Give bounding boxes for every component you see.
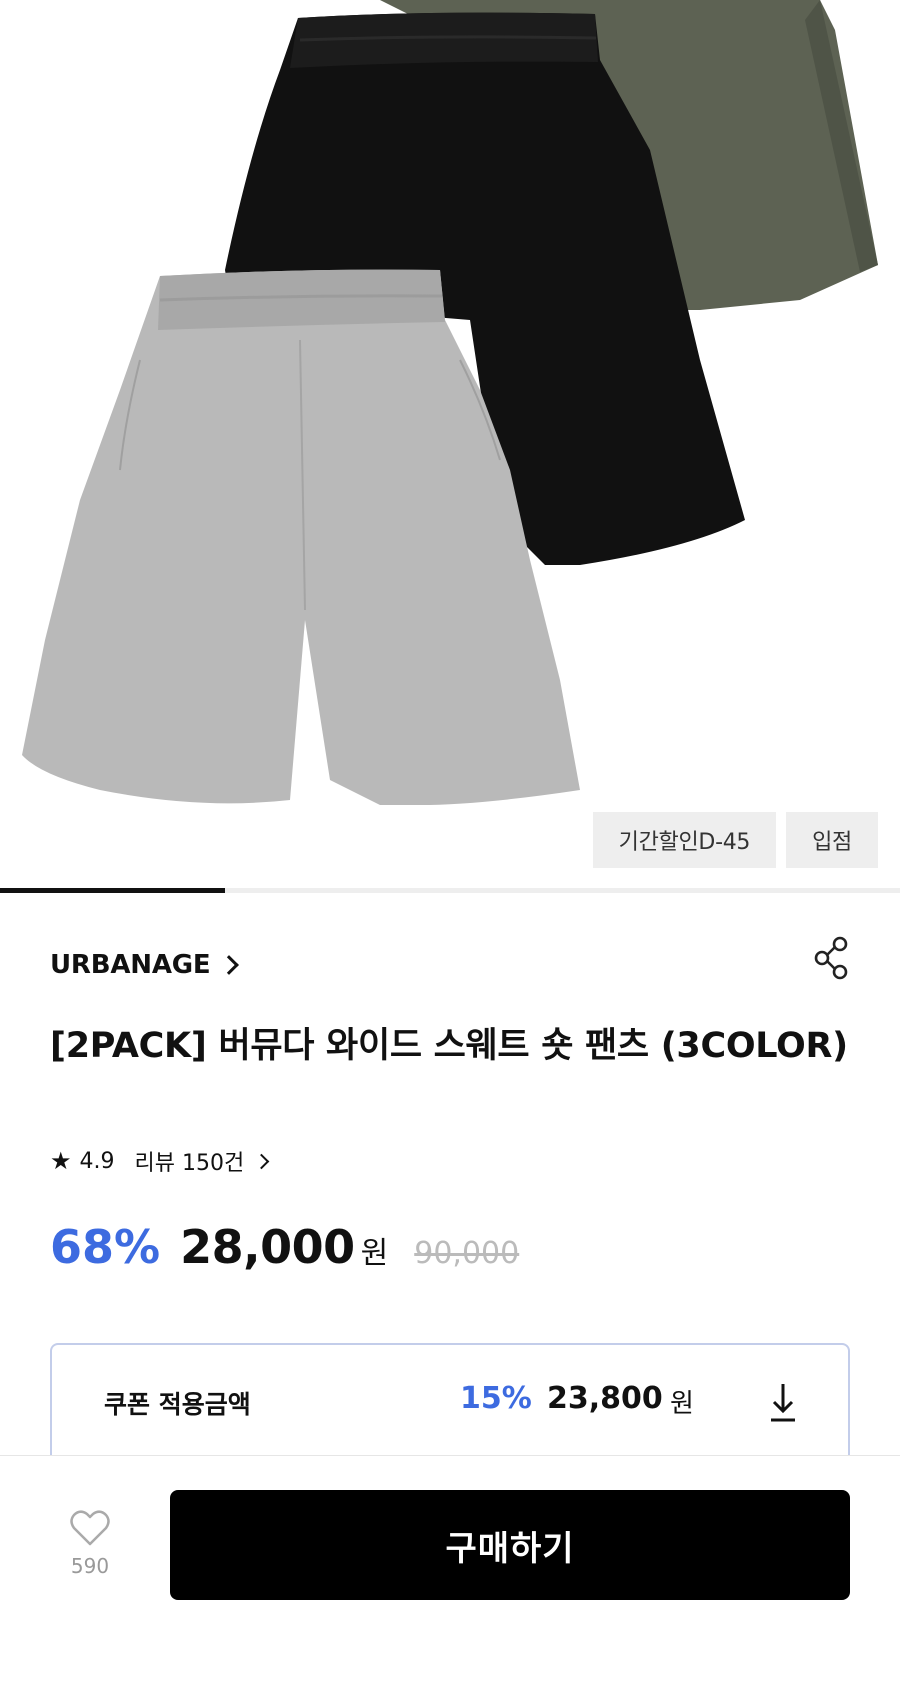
carousel-progress-fill bbox=[0, 888, 225, 893]
original-price: 90,000 bbox=[414, 1236, 520, 1271]
sale-price: 28,000 bbox=[180, 1220, 355, 1274]
coupon-price: 23,800 bbox=[547, 1381, 663, 1416]
product-detail-page: 기간할인D-45 입점 URBANAGE [2PACK] 버뮤다 와이드 스웨트… bbox=[0, 0, 900, 1705]
wish-button[interactable]: 590 bbox=[60, 1508, 120, 1578]
coupon-discount: 15% bbox=[460, 1381, 532, 1416]
product-image-carousel[interactable]: 기간할인D-45 입점 bbox=[0, 0, 900, 887]
chevron-right-icon bbox=[253, 1153, 270, 1169]
share-icon[interactable] bbox=[812, 934, 852, 982]
price-row: 68% 28,000 원 90,000 bbox=[50, 1220, 519, 1274]
product-title: [2PACK] 버뮤다 와이드 스웨트 숏 팬츠 (3COLOR) bbox=[50, 1026, 848, 1066]
chevron-right-icon bbox=[219, 955, 240, 975]
coupon-label: 쿠폰 적용금액 bbox=[104, 1390, 251, 1419]
coupon-box[interactable]: 쿠폰 적용금액 15% 23,800 원 bbox=[50, 1343, 850, 1463]
heart-icon bbox=[70, 1510, 110, 1546]
period-discount-badge: 기간할인D-45 bbox=[592, 812, 777, 868]
review-count: 리뷰 150건 bbox=[134, 1151, 245, 1176]
rating-row[interactable]: ★ 4.9 리뷰 150건 bbox=[50, 1145, 270, 1177]
buy-button[interactable]: 구매하기 bbox=[170, 1490, 850, 1600]
review-link[interactable]: 리뷰 150건 bbox=[134, 1145, 270, 1177]
bottom-purchase-bar: 590 구매하기 bbox=[0, 1455, 900, 1705]
download-icon[interactable] bbox=[768, 1380, 798, 1424]
product-badges: 기간할인D-45 입점 bbox=[592, 812, 878, 868]
brand-name: URBANAGE bbox=[50, 950, 211, 980]
discount-rate: 68% bbox=[50, 1220, 161, 1274]
brand-link[interactable]: URBANAGE bbox=[50, 950, 240, 980]
currency-unit: 원 bbox=[360, 1236, 389, 1271]
star-icon: ★ bbox=[50, 1147, 72, 1175]
store-entry-badge: 입점 bbox=[786, 812, 878, 868]
wish-count: 590 bbox=[70, 1554, 110, 1578]
product-image bbox=[22, 0, 878, 806]
coupon-currency: 원 bbox=[670, 1389, 694, 1419]
rating-value: 4.9 bbox=[79, 1148, 115, 1174]
carousel-progress bbox=[0, 888, 900, 893]
